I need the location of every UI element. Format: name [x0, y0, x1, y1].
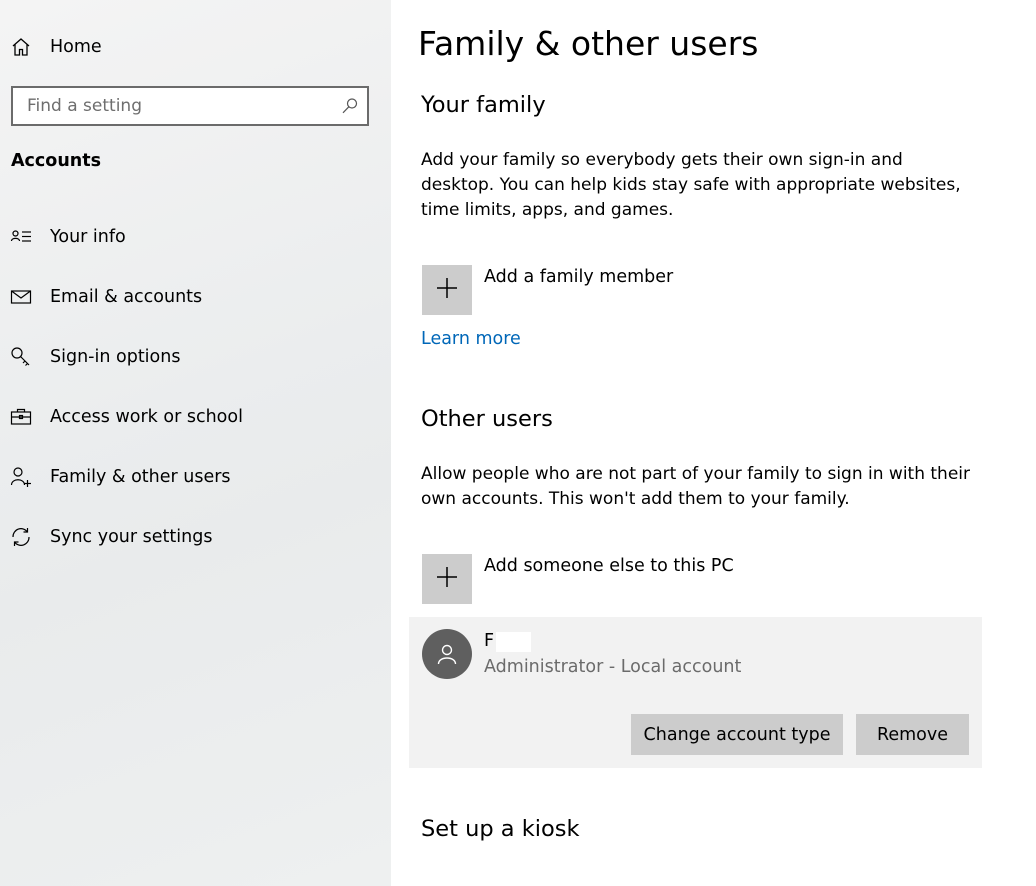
user-card[interactable]: F Administrator - Local account Change a…: [409, 617, 982, 768]
plus-icon: [436, 566, 458, 592]
sidebar-item-label: Sign-in options: [50, 347, 181, 367]
add-person-icon: [10, 466, 32, 488]
page-title: Family & other users: [418, 24, 759, 63]
search-input[interactable]: [13, 88, 323, 124]
search-icon[interactable]: [341, 97, 359, 115]
user-name: F: [484, 631, 495, 651]
sidebar-item-your-info[interactable]: Your info: [0, 217, 391, 257]
user-account-info: Administrator - Local account: [484, 657, 742, 677]
change-account-type-button[interactable]: Change account type: [631, 714, 843, 755]
plus-icon: [436, 277, 458, 303]
avatar: [422, 629, 472, 679]
sidebar-item-sync-settings[interactable]: Sync your settings: [0, 517, 391, 557]
add-family-member-label[interactable]: Add a family member: [484, 267, 673, 287]
remove-button[interactable]: Remove: [856, 714, 969, 755]
sidebar-item-label: Access work or school: [50, 407, 243, 427]
sidebar-item-family-other-users[interactable]: Family & other users: [0, 457, 391, 497]
search-box[interactable]: [11, 86, 369, 126]
sidebar-item-label: Your info: [50, 227, 126, 247]
contact-info-icon: [10, 226, 32, 248]
sidebar-item-label: Sync your settings: [50, 527, 213, 547]
learn-more-link[interactable]: Learn more: [421, 329, 521, 349]
add-someone-else-label[interactable]: Add someone else to this PC: [484, 556, 734, 576]
mail-icon: [10, 286, 32, 308]
kiosk-heading: Set up a kiosk: [421, 816, 580, 842]
home-label: Home: [50, 37, 102, 57]
your-family-heading: Your family: [421, 92, 546, 118]
user-icon: [437, 644, 457, 665]
home-nav-item[interactable]: Home: [0, 27, 391, 67]
home-icon: [10, 36, 32, 58]
sidebar-item-access-work-school[interactable]: Access work or school: [0, 397, 391, 437]
key-icon: [10, 346, 32, 368]
sidebar-item-label: Family & other users: [50, 467, 231, 487]
sidebar-item-email-accounts[interactable]: Email & accounts: [0, 277, 391, 317]
other-users-heading: Other users: [421, 406, 553, 432]
your-family-description: Add your family so everybody gets their …: [421, 150, 961, 220]
section-title: Accounts: [11, 151, 102, 171]
main-content: Family & other users Your family Add you…: [391, 0, 1036, 886]
sync-icon: [10, 526, 32, 548]
sidebar-item-label: Email & accounts: [50, 287, 203, 307]
redaction-box: [496, 632, 531, 652]
add-someone-else-button[interactable]: [422, 554, 472, 604]
sidebar: Home Accounts Your info: [0, 0, 391, 886]
sidebar-item-sign-in-options[interactable]: Sign-in options: [0, 337, 391, 377]
briefcase-icon: [10, 406, 32, 428]
other-users-description: Allow people who are not part of your fa…: [421, 464, 970, 509]
add-family-member-button[interactable]: [422, 265, 472, 315]
